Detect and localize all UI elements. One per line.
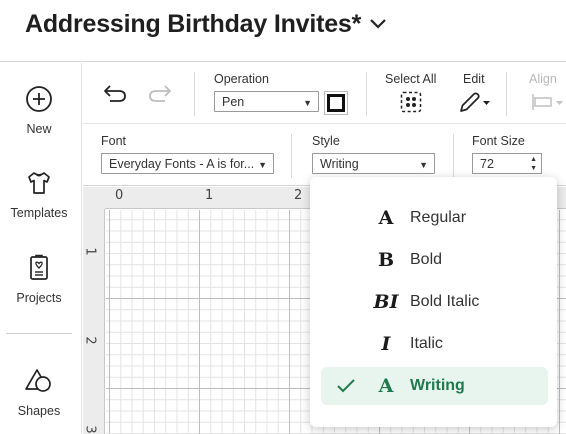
- pencil-icon: [457, 90, 491, 119]
- toolbar-divider: [291, 134, 292, 178]
- project-title: Addressing Birthday Invites*: [25, 9, 362, 38]
- align-button[interactable]: [529, 91, 565, 117]
- project-title-dropdown[interactable]: Addressing Birthday Invites*: [25, 6, 387, 42]
- font-size-stepper[interactable]: 72 ▲ ▼: [472, 153, 542, 174]
- style-option-bold[interactable]: B Bold: [321, 241, 548, 279]
- main-toolbar: Operation Pen ▼ Select All Edit Align: [83, 63, 566, 124]
- style-option-label: Writing: [410, 377, 465, 394]
- color-square-icon: [327, 94, 345, 112]
- select-all-button[interactable]: [398, 91, 424, 117]
- operation-select[interactable]: Pen ▼: [214, 91, 319, 112]
- align-icon: [530, 90, 564, 119]
- edit-label: Edit: [463, 72, 485, 86]
- style-option-writing[interactable]: A Writing: [321, 367, 548, 405]
- font-value: Everyday Fonts - A is for...: [109, 156, 255, 171]
- ruler-tick-label: 3: [83, 425, 98, 434]
- projects-icon: [25, 254, 53, 287]
- style-value: Writing: [320, 156, 359, 171]
- toolbar-divider: [506, 72, 507, 116]
- style-option-regular[interactable]: A Regular: [321, 199, 548, 237]
- style-option-label: Regular: [410, 209, 467, 226]
- style-label: Style: [312, 134, 340, 148]
- font-select[interactable]: Everyday Fonts - A is for... ▼: [101, 153, 274, 174]
- italic-style-icon: I: [381, 333, 391, 355]
- regular-style-icon: A: [378, 207, 394, 229]
- operation-label: Operation: [214, 72, 269, 86]
- undo-button[interactable]: [101, 83, 129, 107]
- sidebar-divider: [6, 333, 72, 334]
- sidebar-item-label: New: [26, 122, 52, 136]
- operation-value: Pen: [222, 94, 245, 109]
- sidebar-item-label: Templates: [10, 206, 68, 220]
- style-option-italic[interactable]: I Italic: [321, 325, 548, 363]
- sidebar-item-projects[interactable]: Projects: [0, 254, 78, 305]
- vertical-ruler: 1 2 3: [83, 187, 105, 434]
- ruler-tick-label: 2: [294, 188, 303, 203]
- plus-circle-icon: [25, 85, 53, 118]
- caret-down-icon: ▼: [419, 160, 428, 170]
- toolbar-divider: [453, 134, 454, 178]
- font-label: Font: [101, 134, 127, 148]
- writing-style-icon: A: [378, 375, 394, 397]
- ruler-corner: [83, 187, 105, 209]
- sidebar-item-shapes[interactable]: Shapes: [0, 367, 78, 418]
- app-header: Addressing Birthday Invites*: [0, 0, 566, 62]
- align-label: Align: [529, 72, 557, 86]
- font-size-value: 72: [480, 156, 494, 171]
- sidebar-item-new[interactable]: New: [0, 85, 78, 136]
- sidebar-item-label: Shapes: [17, 404, 61, 418]
- left-sidebar: New Templates Projects Shapes: [0, 63, 82, 434]
- font-size-label: Font Size: [472, 134, 525, 148]
- bold-italic-style-icon: BI: [373, 291, 399, 313]
- ruler-tick-label: 1: [205, 188, 214, 203]
- stepper-arrows-icon[interactable]: ▲ ▼: [530, 155, 537, 173]
- style-option-bold-italic[interactable]: BI Bold Italic: [321, 283, 548, 321]
- caret-down-icon: ▼: [303, 98, 312, 108]
- shapes-icon: [24, 367, 54, 400]
- checkmark-icon: [336, 378, 356, 399]
- toolbar-divider: [366, 72, 367, 116]
- ruler-tick-label: 0: [115, 188, 124, 203]
- style-dropdown-menu: A Regular B Bold BI Bold Italic I Italic…: [310, 177, 557, 427]
- style-option-label: Bold: [410, 251, 443, 268]
- undo-icon: [102, 83, 128, 108]
- caret-down-icon: ▼: [258, 160, 267, 170]
- style-select[interactable]: Writing ▼: [312, 153, 435, 174]
- app-window: Addressing Birthday Invites* New Templat…: [0, 0, 566, 434]
- redo-icon: [147, 83, 173, 108]
- style-option-label: Italic: [410, 335, 443, 352]
- sidebar-item-templates[interactable]: Templates: [0, 169, 78, 220]
- select-all-icon: [400, 91, 422, 118]
- tshirt-icon: [25, 169, 53, 202]
- chevron-down-icon: [369, 17, 387, 35]
- sidebar-item-label: Projects: [16, 291, 62, 305]
- ruler-tick-label: 1: [83, 247, 98, 256]
- redo-button[interactable]: [146, 83, 174, 107]
- pen-color-swatch[interactable]: [324, 91, 348, 115]
- toolbar-divider: [194, 72, 195, 116]
- ruler-tick-label: 2: [83, 336, 98, 345]
- bold-style-icon: B: [377, 249, 395, 271]
- edit-button[interactable]: [457, 91, 491, 117]
- style-option-label: Bold Italic: [410, 293, 480, 310]
- select-all-label: Select All: [385, 72, 437, 86]
